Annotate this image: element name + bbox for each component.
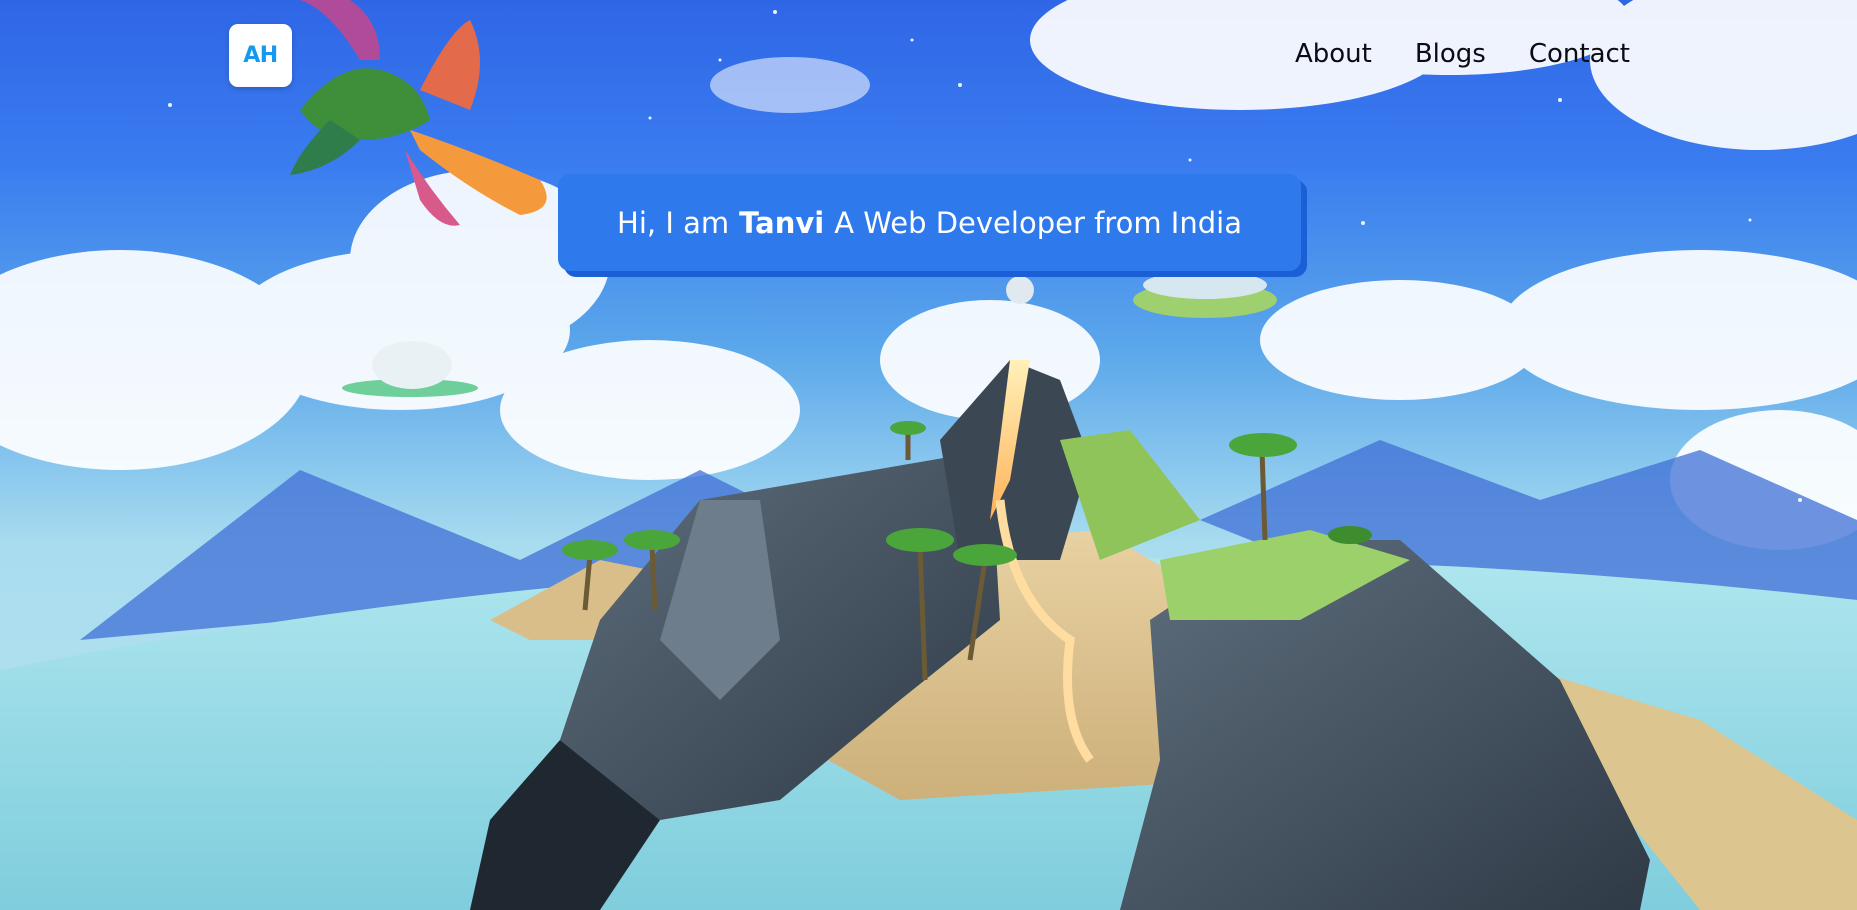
island-3d-canvas bbox=[0, 0, 1857, 910]
intro-card: Hi, I am Tanvi A Web Developer from Indi… bbox=[558, 174, 1301, 271]
phoenix-bird bbox=[290, 0, 547, 226]
main-nav: About Blogs Contact bbox=[1295, 34, 1630, 74]
greeting-suffix: A Web Developer from India bbox=[834, 205, 1242, 240]
nav-link-about[interactable]: About bbox=[1295, 34, 1372, 74]
nav-link-blogs[interactable]: Blogs bbox=[1415, 34, 1486, 74]
developer-name: Tanvi bbox=[739, 205, 825, 240]
logo-link[interactable]: AH bbox=[229, 24, 292, 87]
logo-text: AH bbox=[243, 43, 278, 68]
greeting-prefix: Hi, I am bbox=[617, 205, 730, 240]
nav-link-contact[interactable]: Contact bbox=[1529, 34, 1630, 74]
hero-scene[interactable]: AH About Blogs Contact Hi, I am Tanvi A … bbox=[0, 0, 1857, 910]
